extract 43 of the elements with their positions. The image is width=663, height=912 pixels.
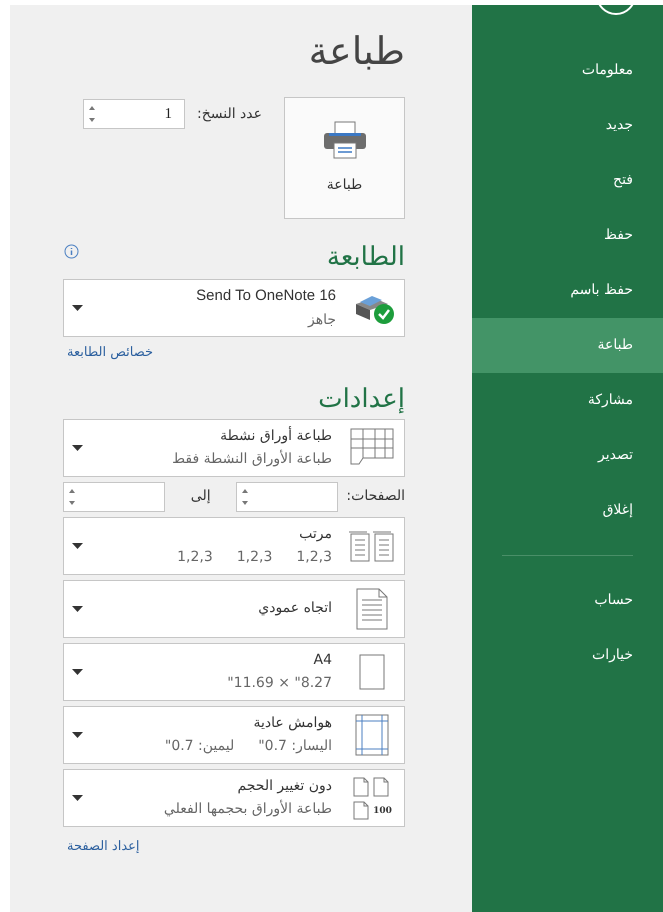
sidebar-item[interactable]: خيارات: [472, 628, 663, 683]
copies-label: عدد النسخ:: [196, 104, 262, 124]
to-label: إلى: [190, 487, 211, 506]
sidebar-item[interactable]: حساب: [472, 573, 663, 628]
setting-description: 8.27" × 11.69": [227, 674, 332, 692]
setting-description: طباعة الأوراق النشطة فقط: [172, 448, 332, 468]
pages-label: الصفحات:: [346, 487, 405, 506]
copies-field[interactable]: 1: [82, 99, 185, 129]
setting-description: طباعة الأوراق بحجمها الفعلي: [164, 798, 332, 818]
settings-heading: إعدادات: [318, 382, 405, 414]
setting-title: A4: [314, 650, 332, 670]
orientation-dropdown[interactable]: اتجاه عمودي: [63, 580, 405, 638]
printer-heading: الطابعة: [326, 241, 405, 273]
scale-percent-label: 100: [373, 805, 392, 818]
sidebar-item[interactable]: جديد: [472, 98, 663, 153]
margins-dropdown[interactable]: هوامش عادية اليسار: 0.7" ليمين: 0.7": [63, 706, 405, 764]
printer-properties-link[interactable]: خصائص الطابعة: [67, 343, 154, 362]
print-button[interactable]: طباعة: [284, 97, 405, 219]
setting-title: طباعة أوراق نشطة: [220, 426, 332, 446]
page-setup-link[interactable]: إعداد الصفحة: [67, 836, 140, 856]
paper-size-dropdown[interactable]: A4 8.27" × 11.69": [63, 642, 405, 700]
sidebar-item[interactable]: تصدير: [472, 428, 663, 483]
page-title: طباعة: [308, 28, 405, 75]
setting-title: اتجاه عمودي: [258, 599, 332, 618]
print-what-dropdown[interactable]: طباعة أوراق نشطة طباعة الأوراق النشطة فقط: [63, 418, 405, 476]
copies-value: 1: [163, 104, 173, 124]
sidebar-item[interactable]: معلومات: [472, 43, 663, 98]
sidebar-item[interactable]: حفظ: [472, 208, 663, 263]
printer-name: Send To OneNote 16: [196, 286, 336, 306]
setting-title: مرتب: [299, 524, 332, 544]
sidebar-item[interactable]: فتح: [472, 153, 663, 208]
setting-description: ليمين: 0.7": [164, 736, 234, 756]
setting-description: اليسار: 0.7": [258, 736, 332, 756]
sidebar-item[interactable]: طباعة: [472, 318, 663, 373]
sidebar-item[interactable]: مشاركة: [472, 373, 663, 428]
printer-status: جاهز: [308, 310, 336, 330]
setting-description: 1,2,3: [296, 548, 332, 566]
setting-title: هوامش عادية: [253, 714, 332, 732]
sidebar-item[interactable]: حفظ باسم: [472, 263, 663, 318]
setting-description: 1,2,3: [236, 548, 272, 566]
sidebar-item[interactable]: إغلاق: [472, 483, 663, 538]
setting-title: دون تغيير الحجم: [237, 776, 332, 796]
setting-description: 1,2,3: [177, 548, 213, 566]
